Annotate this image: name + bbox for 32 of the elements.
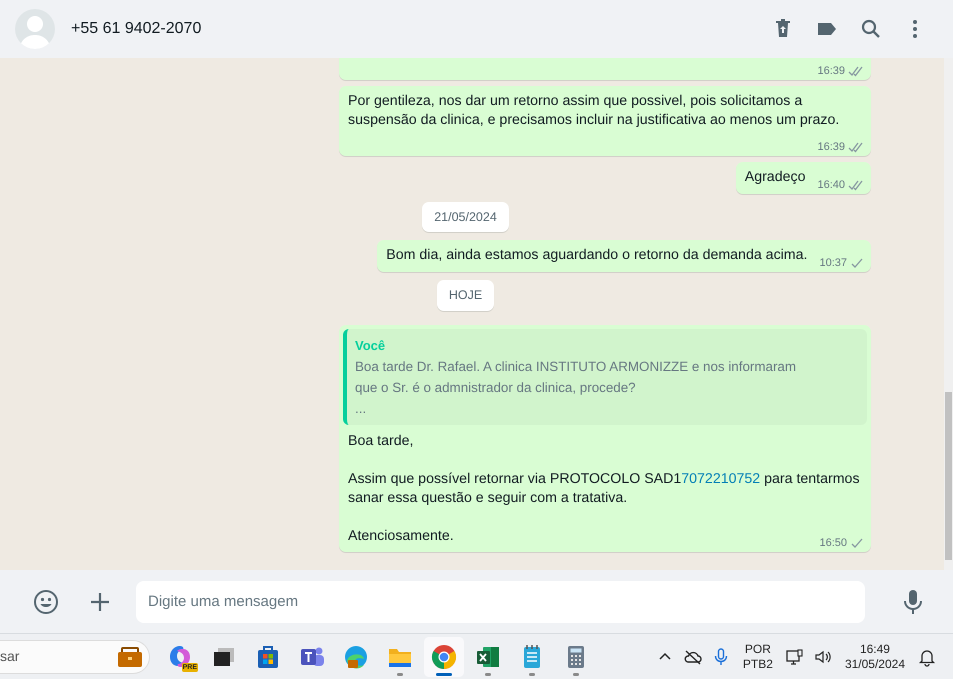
language-indicator[interactable]: POR <box>742 642 773 656</box>
message-text: Por gentileza, nos dar um retorno assim que possivel, pois solicitamos a suspensão da clinica, e precisamos incluir na justificativa ao menos um prazo. <box>348 92 840 128</box>
protocol-link[interactable]: 7072210752 <box>681 471 760 487</box>
scrollbar[interactable] <box>944 58 953 570</box>
clock-date[interactable]: 31/05/2024 <box>844 656 905 672</box>
message-time: 16:39 <box>817 64 845 78</box>
message-text: Agradeço <box>744 168 806 184</box>
quote-text: Boa tarde Dr. Rafael. A clinica INSTITUTO ARMONIZZE e nos informaram <box>355 358 798 376</box>
search-field[interactable]: sar <box>0 640 150 674</box>
message-text: Bom dia, ainda estamos aguardando o retorno da demanda acima. <box>386 247 808 264</box>
message-text: Boa tarde, <box>348 432 414 451</box>
quote-text: que o Sr. é o admnistrador da clinica, procede? <box>355 379 637 397</box>
quote-text: ... <box>355 400 368 418</box>
message-input[interactable]: Digite uma mensagem <box>136 580 865 622</box>
message-text: Assim que possível retornar via PROTOCOLO SAD17072210752 para tentarmos sanar essa questão e seguir com a tratativa. <box>348 470 861 508</box>
quoted-message[interactable]: Você Boa tarde Dr. Rafael. A clinica INSTITUTO ARMONIZZE e nos informaram que o Sr. é o admnistrador da clinica, procede? ... <box>343 329 867 425</box>
briefcase-icon <box>117 646 143 668</box>
message-time: 10:37 <box>819 256 847 272</box>
message-time: 16:39 <box>817 140 845 154</box>
date-chip: 21/05/2024 <box>422 202 509 232</box>
language-indicator[interactable]: PTB2 <box>742 656 773 672</box>
clock-time[interactable]: 16:49 <box>844 642 905 656</box>
contact-name[interactable]: +55 61 9402-2070 <box>71 17 202 41</box>
chrome-icon <box>430 642 458 670</box>
taskbar-app[interactable] <box>424 636 464 676</box>
search-text: sar <box>0 647 20 666</box>
date-chip: HOJE <box>436 280 494 311</box>
message-time: 16:50 <box>819 536 847 551</box>
message-text: Atenciosamente. <box>348 527 454 546</box>
quote-author: Você <box>355 337 386 355</box>
network-icon <box>784 646 805 666</box>
message-time: 16:40 <box>817 178 845 192</box>
